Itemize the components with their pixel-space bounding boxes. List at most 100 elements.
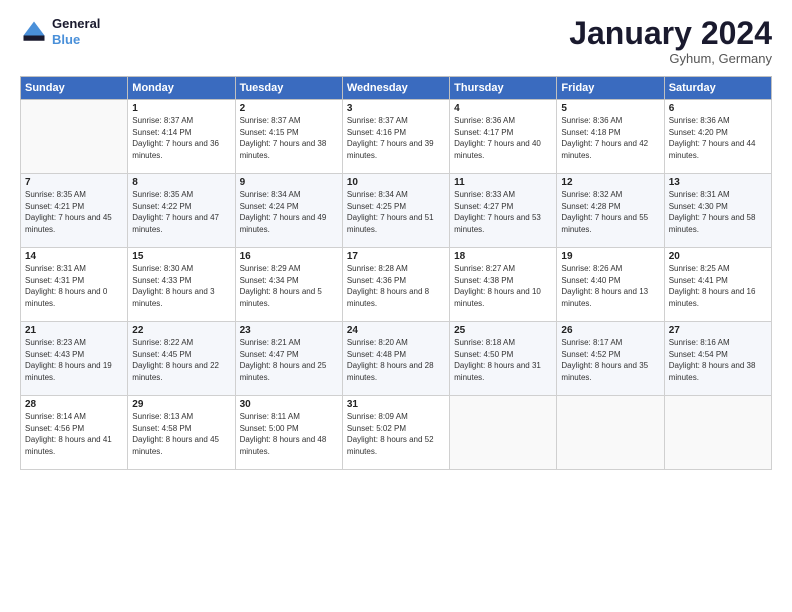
day-info: Sunrise: 8:17 AMSunset: 4:52 PMDaylight:… bbox=[561, 337, 659, 383]
calendar-day-cell: 7Sunrise: 8:35 AMSunset: 4:21 PMDaylight… bbox=[21, 174, 128, 248]
day-info: Sunrise: 8:26 AMSunset: 4:40 PMDaylight:… bbox=[561, 263, 659, 309]
calendar-day-cell: 3Sunrise: 8:37 AMSunset: 4:16 PMDaylight… bbox=[342, 100, 449, 174]
day-number: 4 bbox=[454, 103, 552, 114]
calendar-day-cell: 28Sunrise: 8:14 AMSunset: 4:56 PMDayligh… bbox=[21, 396, 128, 470]
calendar-header-cell: Tuesday bbox=[235, 77, 342, 100]
calendar-header-cell: Saturday bbox=[664, 77, 771, 100]
day-info: Sunrise: 8:22 AMSunset: 4:45 PMDaylight:… bbox=[132, 337, 230, 383]
calendar-day-cell: 25Sunrise: 8:18 AMSunset: 4:50 PMDayligh… bbox=[450, 322, 557, 396]
day-number: 21 bbox=[25, 325, 123, 336]
day-number: 12 bbox=[561, 177, 659, 188]
day-number: 23 bbox=[240, 325, 338, 336]
calendar-body: 1Sunrise: 8:37 AMSunset: 4:14 PMDaylight… bbox=[21, 100, 772, 470]
day-number: 26 bbox=[561, 325, 659, 336]
day-info: Sunrise: 8:28 AMSunset: 4:36 PMDaylight:… bbox=[347, 263, 445, 309]
calendar-day-cell: 9Sunrise: 8:34 AMSunset: 4:24 PMDaylight… bbox=[235, 174, 342, 248]
calendar-day-cell: 8Sunrise: 8:35 AMSunset: 4:22 PMDaylight… bbox=[128, 174, 235, 248]
page: General Blue January 2024 Gyhum, Germany… bbox=[0, 0, 792, 612]
day-info: Sunrise: 8:36 AMSunset: 4:18 PMDaylight:… bbox=[561, 115, 659, 161]
day-number: 24 bbox=[347, 325, 445, 336]
calendar-header-cell: Thursday bbox=[450, 77, 557, 100]
calendar-day-cell: 12Sunrise: 8:32 AMSunset: 4:28 PMDayligh… bbox=[557, 174, 664, 248]
calendar-week-row: 1Sunrise: 8:37 AMSunset: 4:14 PMDaylight… bbox=[21, 100, 772, 174]
day-number: 25 bbox=[454, 325, 552, 336]
calendar-day-cell: 24Sunrise: 8:20 AMSunset: 4:48 PMDayligh… bbox=[342, 322, 449, 396]
calendar-day-cell bbox=[450, 396, 557, 470]
calendar-day-cell: 5Sunrise: 8:36 AMSunset: 4:18 PMDaylight… bbox=[557, 100, 664, 174]
logo-text: General Blue bbox=[52, 16, 100, 47]
title-block: January 2024 Gyhum, Germany bbox=[569, 16, 772, 66]
calendar-week-row: 14Sunrise: 8:31 AMSunset: 4:31 PMDayligh… bbox=[21, 248, 772, 322]
day-info: Sunrise: 8:25 AMSunset: 4:41 PMDaylight:… bbox=[669, 263, 767, 309]
day-number: 28 bbox=[25, 399, 123, 410]
month-title: January 2024 bbox=[569, 16, 772, 51]
day-number: 29 bbox=[132, 399, 230, 410]
calendar-day-cell: 20Sunrise: 8:25 AMSunset: 4:41 PMDayligh… bbox=[664, 248, 771, 322]
day-info: Sunrise: 8:31 AMSunset: 4:30 PMDaylight:… bbox=[669, 189, 767, 235]
calendar-week-row: 28Sunrise: 8:14 AMSunset: 4:56 PMDayligh… bbox=[21, 396, 772, 470]
day-number: 13 bbox=[669, 177, 767, 188]
day-info: Sunrise: 8:32 AMSunset: 4:28 PMDaylight:… bbox=[561, 189, 659, 235]
calendar-header-cell: Sunday bbox=[21, 77, 128, 100]
calendar-week-row: 21Sunrise: 8:23 AMSunset: 4:43 PMDayligh… bbox=[21, 322, 772, 396]
day-info: Sunrise: 8:11 AMSunset: 5:00 PMDaylight:… bbox=[240, 411, 338, 457]
calendar-day-cell: 21Sunrise: 8:23 AMSunset: 4:43 PMDayligh… bbox=[21, 322, 128, 396]
day-info: Sunrise: 8:35 AMSunset: 4:22 PMDaylight:… bbox=[132, 189, 230, 235]
day-number: 18 bbox=[454, 251, 552, 262]
day-info: Sunrise: 8:13 AMSunset: 4:58 PMDaylight:… bbox=[132, 411, 230, 457]
calendar-header-cell: Friday bbox=[557, 77, 664, 100]
day-number: 20 bbox=[669, 251, 767, 262]
calendar-day-cell: 14Sunrise: 8:31 AMSunset: 4:31 PMDayligh… bbox=[21, 248, 128, 322]
day-number: 17 bbox=[347, 251, 445, 262]
calendar-table: SundayMondayTuesdayWednesdayThursdayFrid… bbox=[20, 76, 772, 470]
day-number: 3 bbox=[347, 103, 445, 114]
day-number: 5 bbox=[561, 103, 659, 114]
day-number: 27 bbox=[669, 325, 767, 336]
day-info: Sunrise: 8:36 AMSunset: 4:17 PMDaylight:… bbox=[454, 115, 552, 161]
day-info: Sunrise: 8:14 AMSunset: 4:56 PMDaylight:… bbox=[25, 411, 123, 457]
calendar-day-cell: 11Sunrise: 8:33 AMSunset: 4:27 PMDayligh… bbox=[450, 174, 557, 248]
day-number: 7 bbox=[25, 177, 123, 188]
day-info: Sunrise: 8:34 AMSunset: 4:24 PMDaylight:… bbox=[240, 189, 338, 235]
day-number: 11 bbox=[454, 177, 552, 188]
day-number: 19 bbox=[561, 251, 659, 262]
day-number: 30 bbox=[240, 399, 338, 410]
day-number: 16 bbox=[240, 251, 338, 262]
day-info: Sunrise: 8:31 AMSunset: 4:31 PMDaylight:… bbox=[25, 263, 123, 309]
day-info: Sunrise: 8:23 AMSunset: 4:43 PMDaylight:… bbox=[25, 337, 123, 383]
calendar-day-cell: 6Sunrise: 8:36 AMSunset: 4:20 PMDaylight… bbox=[664, 100, 771, 174]
calendar-day-cell: 1Sunrise: 8:37 AMSunset: 4:14 PMDaylight… bbox=[128, 100, 235, 174]
calendar-day-cell: 30Sunrise: 8:11 AMSunset: 5:00 PMDayligh… bbox=[235, 396, 342, 470]
day-info: Sunrise: 8:36 AMSunset: 4:20 PMDaylight:… bbox=[669, 115, 767, 161]
day-info: Sunrise: 8:37 AMSunset: 4:14 PMDaylight:… bbox=[132, 115, 230, 161]
calendar-day-cell: 18Sunrise: 8:27 AMSunset: 4:38 PMDayligh… bbox=[450, 248, 557, 322]
day-number: 15 bbox=[132, 251, 230, 262]
header: General Blue January 2024 Gyhum, Germany bbox=[20, 16, 772, 66]
day-info: Sunrise: 8:33 AMSunset: 4:27 PMDaylight:… bbox=[454, 189, 552, 235]
day-number: 22 bbox=[132, 325, 230, 336]
day-info: Sunrise: 8:09 AMSunset: 5:02 PMDaylight:… bbox=[347, 411, 445, 457]
calendar-header-cell: Wednesday bbox=[342, 77, 449, 100]
day-number: 8 bbox=[132, 177, 230, 188]
calendar-day-cell: 17Sunrise: 8:28 AMSunset: 4:36 PMDayligh… bbox=[342, 248, 449, 322]
calendar-day-cell: 2Sunrise: 8:37 AMSunset: 4:15 PMDaylight… bbox=[235, 100, 342, 174]
day-info: Sunrise: 8:37 AMSunset: 4:16 PMDaylight:… bbox=[347, 115, 445, 161]
day-info: Sunrise: 8:35 AMSunset: 4:21 PMDaylight:… bbox=[25, 189, 123, 235]
logo: General Blue bbox=[20, 16, 100, 47]
calendar-day-cell: 15Sunrise: 8:30 AMSunset: 4:33 PMDayligh… bbox=[128, 248, 235, 322]
day-number: 14 bbox=[25, 251, 123, 262]
day-number: 31 bbox=[347, 399, 445, 410]
calendar-day-cell: 27Sunrise: 8:16 AMSunset: 4:54 PMDayligh… bbox=[664, 322, 771, 396]
day-info: Sunrise: 8:20 AMSunset: 4:48 PMDaylight:… bbox=[347, 337, 445, 383]
calendar-day-cell: 29Sunrise: 8:13 AMSunset: 4:58 PMDayligh… bbox=[128, 396, 235, 470]
calendar-day-cell bbox=[664, 396, 771, 470]
calendar-day-cell: 26Sunrise: 8:17 AMSunset: 4:52 PMDayligh… bbox=[557, 322, 664, 396]
calendar-header-cell: Monday bbox=[128, 77, 235, 100]
day-info: Sunrise: 8:30 AMSunset: 4:33 PMDaylight:… bbox=[132, 263, 230, 309]
calendar-day-cell: 22Sunrise: 8:22 AMSunset: 4:45 PMDayligh… bbox=[128, 322, 235, 396]
day-number: 1 bbox=[132, 103, 230, 114]
day-info: Sunrise: 8:27 AMSunset: 4:38 PMDaylight:… bbox=[454, 263, 552, 309]
day-info: Sunrise: 8:37 AMSunset: 4:15 PMDaylight:… bbox=[240, 115, 338, 161]
day-info: Sunrise: 8:34 AMSunset: 4:25 PMDaylight:… bbox=[347, 189, 445, 235]
day-info: Sunrise: 8:29 AMSunset: 4:34 PMDaylight:… bbox=[240, 263, 338, 309]
